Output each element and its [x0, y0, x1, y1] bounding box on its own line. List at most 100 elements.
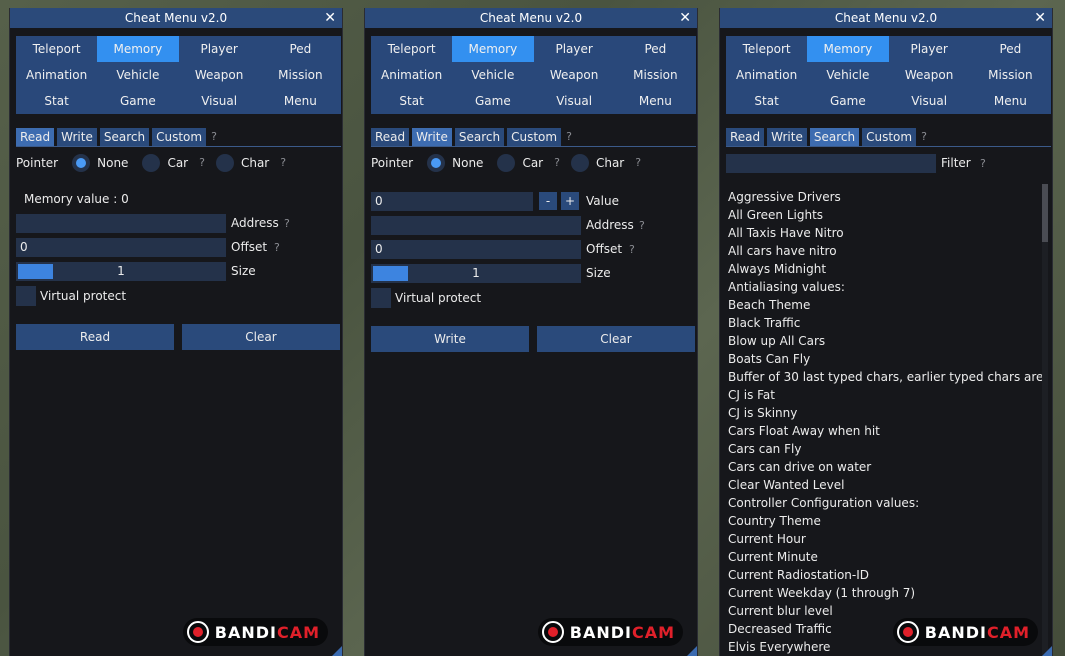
- list-item[interactable]: Country Theme: [728, 512, 1043, 530]
- radio-char[interactable]: [215, 154, 234, 172]
- write-button[interactable]: Write: [371, 326, 529, 352]
- nav-memory[interactable]: Memory: [452, 36, 534, 62]
- size-slider[interactable]: 1: [16, 262, 226, 281]
- value-input[interactable]: 0: [371, 192, 533, 211]
- list-item[interactable]: Current Weekday (1 through 7): [728, 584, 1043, 602]
- help-icon[interactable]: ?: [629, 240, 635, 259]
- tab-search[interactable]: Search: [99, 128, 150, 146]
- nav-ped[interactable]: Ped: [970, 36, 1051, 62]
- nav-mission[interactable]: Mission: [970, 62, 1051, 88]
- window-titlebar[interactable]: Cheat Menu v2.0 ✕: [720, 8, 1052, 28]
- nav-game[interactable]: Game: [452, 88, 533, 114]
- nav-animation[interactable]: Animation: [371, 62, 452, 88]
- close-icon[interactable]: ✕: [1034, 8, 1046, 28]
- nav-visual[interactable]: Visual: [179, 88, 260, 114]
- filter-input[interactable]: [726, 154, 936, 173]
- nav-game[interactable]: Game: [807, 88, 888, 114]
- nav-stat[interactable]: Stat: [726, 88, 807, 114]
- radio-none[interactable]: [72, 154, 91, 172]
- nav-stat[interactable]: Stat: [371, 88, 452, 114]
- list-item[interactable]: CJ is Skinny: [728, 404, 1043, 422]
- tab-read[interactable]: Read: [16, 128, 55, 146]
- nav-vehicle[interactable]: Vehicle: [452, 62, 533, 88]
- close-icon[interactable]: ✕: [324, 8, 336, 28]
- nav-animation[interactable]: Animation: [726, 62, 807, 88]
- list-item[interactable]: Current Hour: [728, 530, 1043, 548]
- nav-game[interactable]: Game: [97, 88, 178, 114]
- virtual-protect-checkbox[interactable]: [371, 288, 391, 308]
- tab-custom[interactable]: Custom: [507, 128, 562, 146]
- nav-player[interactable]: Player: [179, 36, 260, 62]
- nav-weapon[interactable]: Weapon: [534, 62, 615, 88]
- help-icon[interactable]: ?: [980, 154, 986, 173]
- decrement-button[interactable]: -: [539, 192, 557, 210]
- size-slider[interactable]: 1: [371, 264, 581, 283]
- radio-car[interactable]: [497, 154, 516, 172]
- nav-memory[interactable]: Memory: [807, 36, 889, 62]
- list-item[interactable]: CJ is Fat: [728, 386, 1043, 404]
- list-item[interactable]: Aggressive Drivers: [728, 188, 1043, 206]
- nav-memory[interactable]: Memory: [97, 36, 179, 62]
- list-item[interactable]: Current Radiostation-ID: [728, 566, 1043, 584]
- list-item[interactable]: Cars can Fly: [728, 440, 1043, 458]
- list-item[interactable]: All cars have nitro: [728, 242, 1043, 260]
- address-input[interactable]: [16, 214, 226, 233]
- tab-custom[interactable]: Custom: [862, 128, 917, 146]
- nav-player[interactable]: Player: [534, 36, 615, 62]
- nav-weapon[interactable]: Weapon: [889, 62, 970, 88]
- nav-visual[interactable]: Visual: [889, 88, 970, 114]
- nav-animation[interactable]: Animation: [16, 62, 97, 88]
- radio-none[interactable]: [427, 154, 446, 172]
- list-item[interactable]: Clear Wanted Level: [728, 476, 1043, 494]
- window-titlebar[interactable]: Cheat Menu v2.0 ✕: [365, 8, 697, 28]
- clear-button[interactable]: Clear: [537, 326, 695, 352]
- tab-search[interactable]: Search: [809, 128, 860, 146]
- close-icon[interactable]: ✕: [679, 8, 691, 28]
- list-item[interactable]: Cars Float Away when hit: [728, 422, 1043, 440]
- nav-mission[interactable]: Mission: [615, 62, 696, 88]
- list-item[interactable]: Buffer of 30 last typed chars, earlier t…: [728, 368, 1043, 386]
- nav-ped[interactable]: Ped: [615, 36, 696, 62]
- tab-read[interactable]: Read: [726, 128, 765, 146]
- window-titlebar[interactable]: Cheat Menu v2.0 ✕: [10, 8, 342, 28]
- nav-vehicle[interactable]: Vehicle: [807, 62, 888, 88]
- list-item[interactable]: Blow up All Cars: [728, 332, 1043, 350]
- nav-teleport[interactable]: Teleport: [371, 36, 452, 62]
- nav-player[interactable]: Player: [889, 36, 970, 62]
- help-icon[interactable]: ?: [199, 154, 205, 172]
- virtual-protect-checkbox[interactable]: [16, 286, 36, 306]
- list-scrollbar[interactable]: [1042, 184, 1048, 656]
- tab-write[interactable]: Write: [412, 128, 452, 146]
- help-icon[interactable]: ?: [280, 154, 286, 172]
- offset-input[interactable]: 0: [371, 240, 581, 259]
- radio-car[interactable]: [142, 154, 161, 172]
- radio-char[interactable]: [570, 154, 589, 172]
- nav-vehicle[interactable]: Vehicle: [97, 62, 178, 88]
- tab-search[interactable]: Search: [454, 128, 505, 146]
- help-icon[interactable]: ?: [921, 128, 927, 146]
- nav-menu[interactable]: Menu: [970, 88, 1051, 114]
- help-icon[interactable]: ?: [639, 216, 645, 235]
- nav-mission[interactable]: Mission: [260, 62, 341, 88]
- help-icon[interactable]: ?: [635, 154, 641, 172]
- help-icon[interactable]: ?: [554, 154, 560, 172]
- help-icon[interactable]: ?: [211, 128, 217, 146]
- nav-menu[interactable]: Menu: [615, 88, 696, 114]
- read-button[interactable]: Read: [16, 324, 174, 350]
- list-item[interactable]: Current Minute: [728, 548, 1043, 566]
- address-input[interactable]: [371, 216, 581, 235]
- nav-teleport[interactable]: Teleport: [726, 36, 807, 62]
- tab-custom[interactable]: Custom: [152, 128, 207, 146]
- nav-weapon[interactable]: Weapon: [179, 62, 260, 88]
- list-item[interactable]: Antialiasing values:: [728, 278, 1043, 296]
- nav-menu[interactable]: Menu: [260, 88, 341, 114]
- list-item[interactable]: Boats Can Fly: [728, 350, 1043, 368]
- list-item[interactable]: Controller Configuration values:: [728, 494, 1043, 512]
- list-item[interactable]: All Taxis Have Nitro: [728, 224, 1043, 242]
- nav-visual[interactable]: Visual: [534, 88, 615, 114]
- offset-input[interactable]: 0: [16, 238, 226, 257]
- list-item[interactable]: Always Midnight: [728, 260, 1043, 278]
- nav-ped[interactable]: Ped: [260, 36, 341, 62]
- clear-button[interactable]: Clear: [182, 324, 340, 350]
- resize-grip[interactable]: [687, 646, 697, 656]
